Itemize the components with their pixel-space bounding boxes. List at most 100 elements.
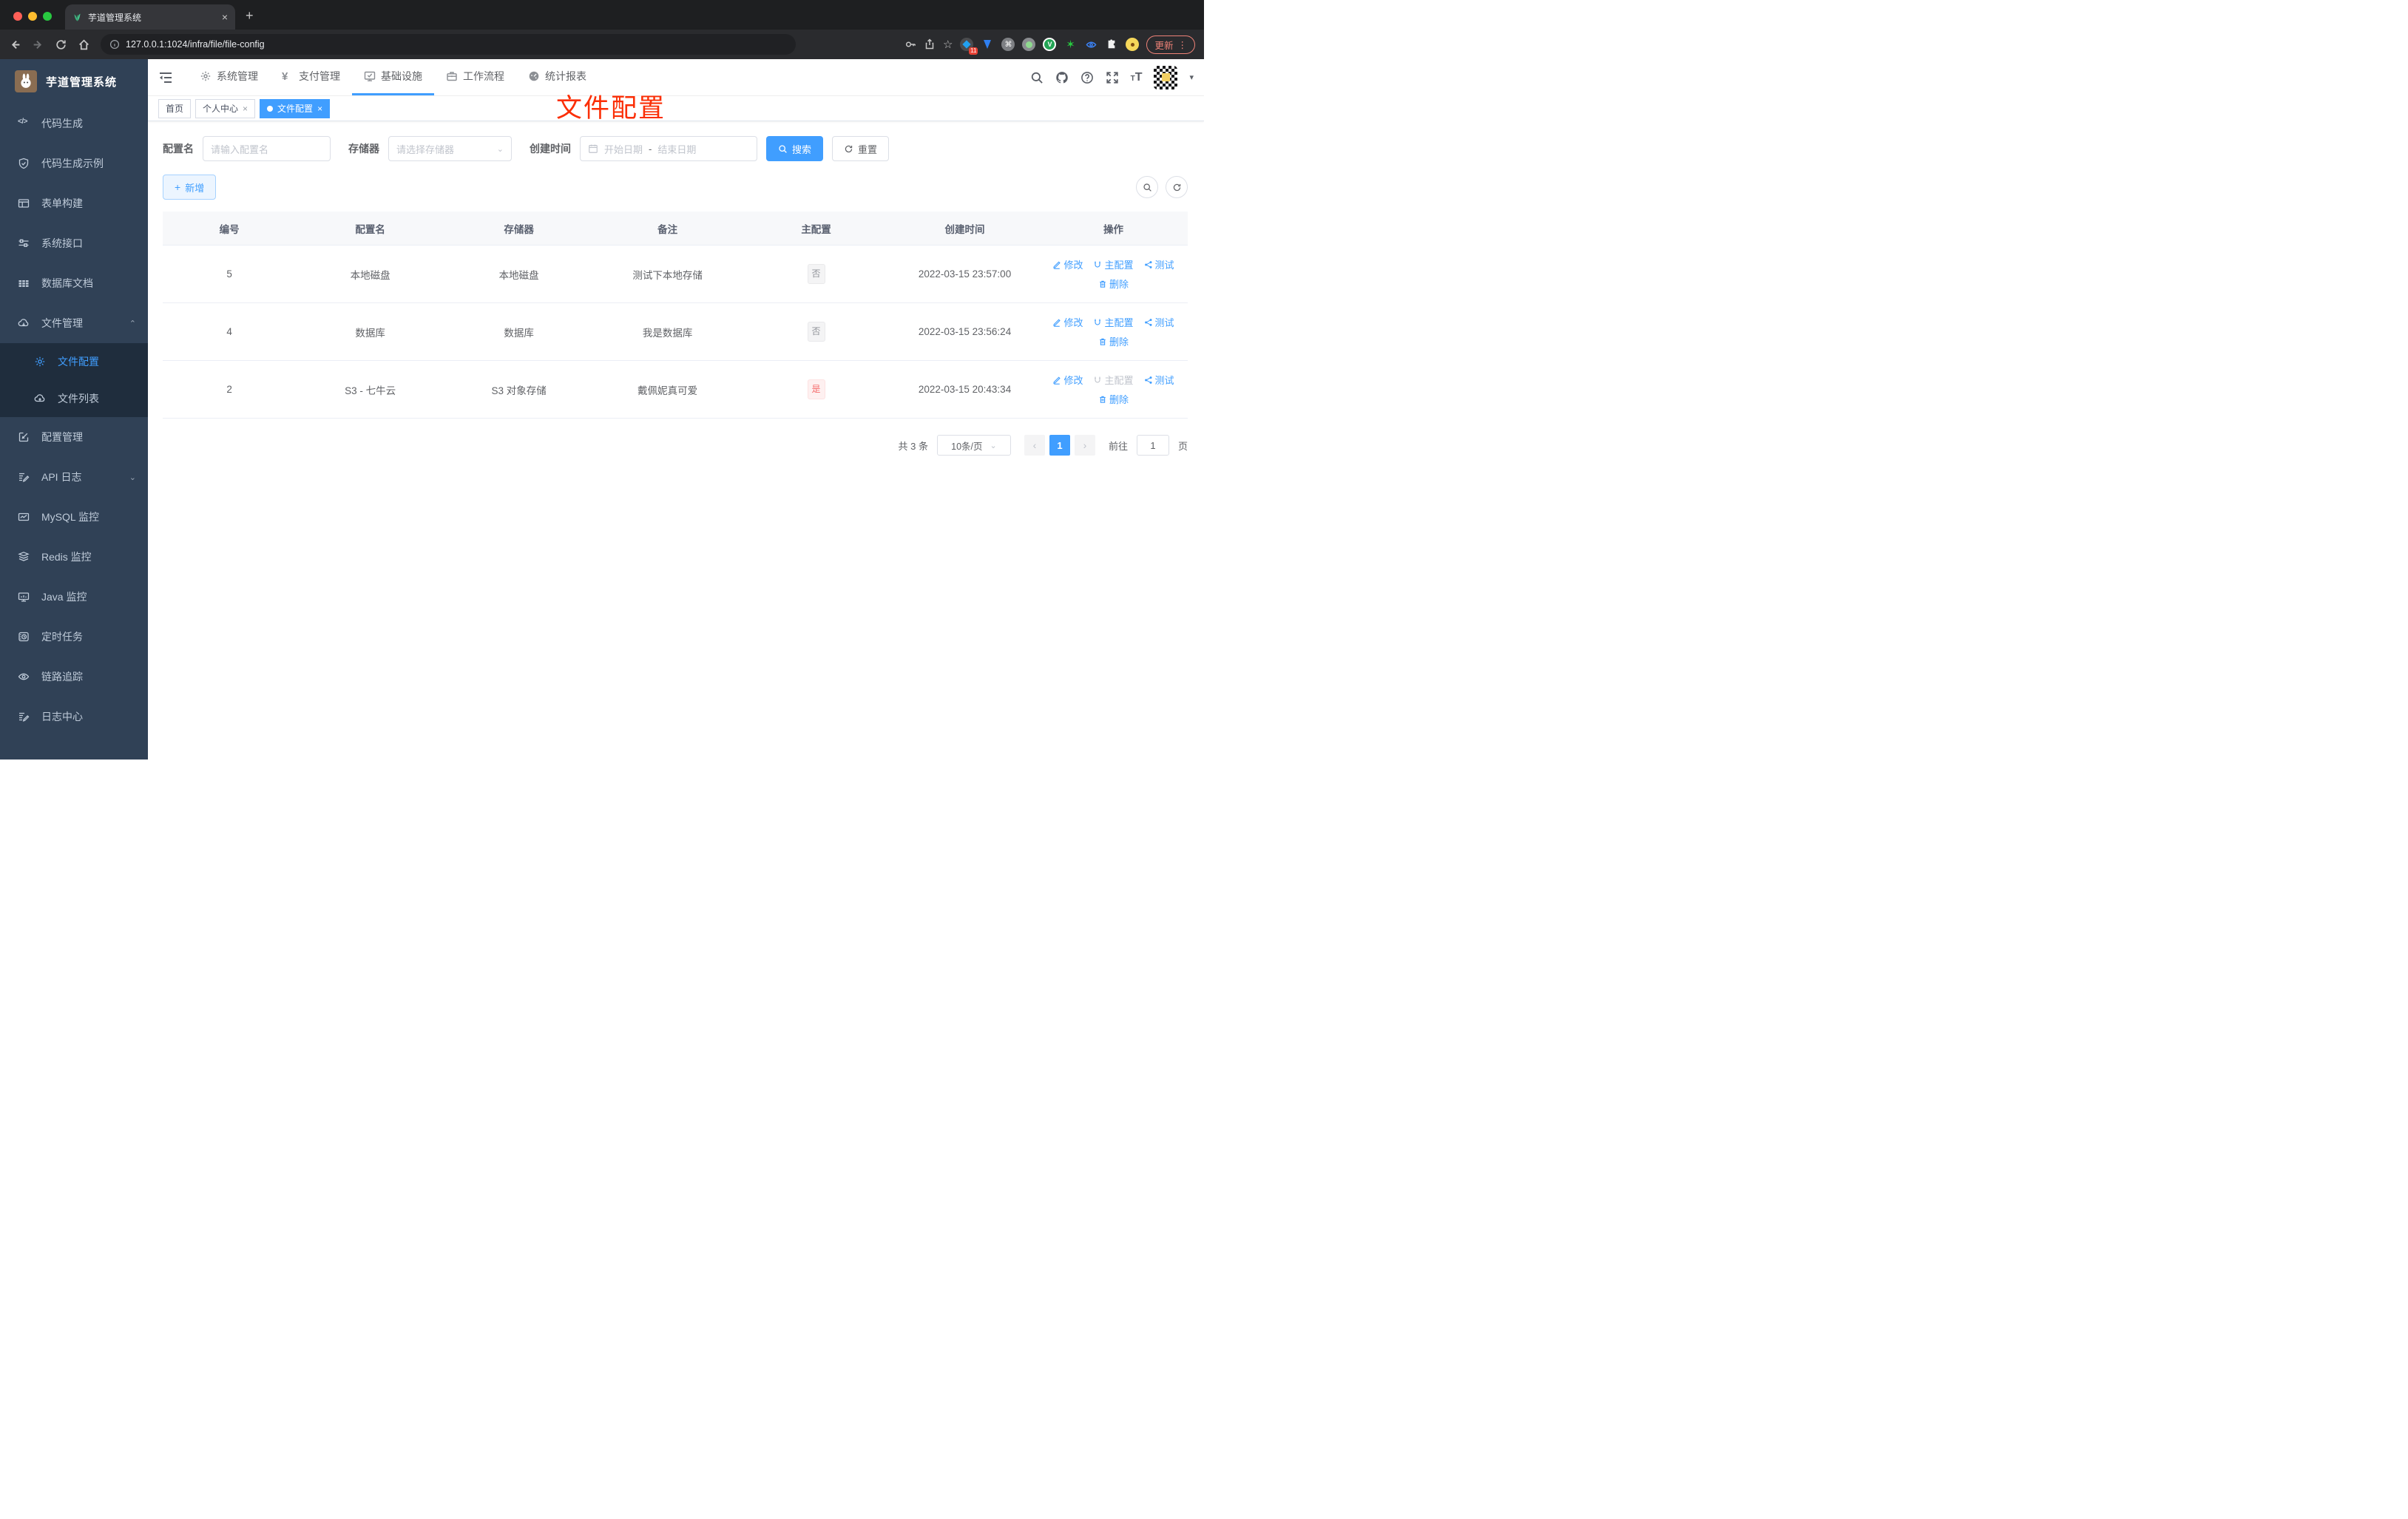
new-tab-button[interactable]: + [246,8,254,30]
show-search-button[interactable] [1136,176,1158,198]
avatar-caret-icon[interactable]: ▾ [1189,72,1194,82]
tag-label: 文件配置 [277,104,314,114]
top-item-workflow[interactable]: 工作流程 [434,59,516,95]
test-link[interactable]: 测试 [1144,257,1174,271]
delete-link[interactable]: 删除 [1098,392,1129,406]
top-item-report[interactable]: 统计报表 [516,59,598,95]
sidebar-item-db-doc[interactable]: 数据库文档 [0,263,148,303]
extension-tabs-icon[interactable]: 11 [960,38,978,55]
sidebar-item-redis-monitor[interactable]: Redis 监控 [0,537,148,577]
sidebar-item-log-center[interactable]: 日志中心 [0,697,148,737]
extension-star-icon[interactable]: ✶ [1063,38,1077,51]
hamburger-icon[interactable] [158,70,173,85]
sidebar-item-mysql-monitor[interactable]: MySQL 监控 [0,497,148,537]
window-controls[interactable] [0,12,65,30]
sidebar-item-file-manage[interactable]: 文件管理 ⌃ [0,303,148,343]
next-page-button[interactable]: › [1074,435,1095,456]
master-link[interactable]: 主配置 [1093,315,1134,329]
url-bar[interactable]: 127.0.0.1:1024/infra/file/file-config [101,34,796,55]
storage-select[interactable]: 请选择存储器 ⌄ [388,136,512,161]
extension-v-icon[interactable]: V [1043,38,1057,51]
bookmark-star-icon[interactable]: ☆ [943,39,953,50]
help-icon[interactable] [1080,71,1094,84]
chrome-update-button[interactable]: 更新 ⋮ [1146,35,1195,54]
home-icon[interactable] [78,38,90,51]
cell-id: 5 [226,268,232,280]
tag-profile[interactable]: 个人中心 × [195,98,256,118]
browser-tab[interactable]: 芋道管理系统 × [65,4,235,30]
extension-command-icon[interactable]: ⌘ [1001,38,1015,51]
forward-icon[interactable] [32,38,44,51]
status-badge: 是 [807,379,825,399]
sidebar-item-file-list[interactable]: 文件列表 [0,380,148,417]
top-item-system[interactable]: 系统管理 [188,59,270,95]
extensions-puzzle-icon[interactable] [1105,38,1118,51]
tag-close-icon[interactable]: × [243,104,248,114]
main-panel: 文件配置 系统管理 ¥ 支付管理 基础设施 工作流程 统计报表 TT ▾ 首页 … [148,59,1204,760]
sidebar-item-form-builder[interactable]: 表单构建 [0,183,148,223]
add-button[interactable]: + 新增 [163,175,217,200]
tag-close-icon[interactable]: × [317,104,322,114]
github-icon[interactable] [1055,71,1069,84]
sidebar-item-trace[interactable]: 链路追踪 [0,657,148,697]
edit-link[interactable]: 修改 [1052,257,1083,271]
sidebar-item-label: Redis 监控 [41,551,92,563]
search-icon[interactable] [1030,71,1044,84]
tag-file-config[interactable]: 文件配置 × [260,98,331,118]
zoom-window-button[interactable] [43,12,52,21]
close-window-button[interactable] [13,12,22,21]
extension-dot-icon[interactable] [1022,38,1036,51]
navbar-right: TT ▾ [1030,65,1194,89]
config-name-input[interactable]: 请输入配置名 [203,136,331,161]
sidebar-item-api-log[interactable]: API 日志 ⌄ [0,457,148,497]
tab-strip: 芋道管理系统 × + [0,0,1204,30]
top-item-label: 统计报表 [545,70,586,82]
fullscreen-icon[interactable] [1106,71,1119,84]
sidebar-item-java-monitor[interactable]: Java 监控 [0,577,148,617]
master-link[interactable]: 主配置 [1093,257,1134,271]
delete-link[interactable]: 删除 [1098,334,1129,348]
search-button[interactable]: 搜索 [766,136,824,161]
form-icon [18,197,30,209]
password-key-icon[interactable] [904,38,916,50]
tab-close-icon[interactable]: × [222,11,228,23]
reset-button[interactable]: 重置 [832,136,890,161]
sidebar-item-code-gen[interactable]: </> 代码生成 [0,104,148,143]
sidebar-item-config-manage[interactable]: 配置管理 [0,417,148,457]
share-icon[interactable] [924,38,936,50]
test-link[interactable]: 测试 [1144,315,1174,329]
top-item-infra[interactable]: 基础设施 [352,59,434,95]
prev-page-button[interactable]: ‹ [1024,435,1045,456]
edit-link[interactable]: 修改 [1052,373,1083,387]
total-count: 共 3 条 [898,440,928,452]
start-date-placeholder: 开始日期 [604,143,643,155]
sidebar-item-file-config[interactable]: 文件配置 [0,343,148,380]
reload-icon[interactable] [55,38,67,51]
profile-emoji-icon[interactable] [1126,38,1140,51]
top-item-pay[interactable]: ¥ 支付管理 [270,59,352,95]
goto-page-input[interactable] [1136,435,1169,456]
goto-label: 前往 [1108,440,1128,452]
date-range-picker[interactable]: 开始日期 - 结束日期 [580,136,757,161]
minimize-window-button[interactable] [28,12,37,21]
refresh-table-button[interactable] [1166,176,1188,198]
sidebar-item-scheduled-task[interactable]: 定时任务 [0,617,148,657]
kebab-menu-icon[interactable]: ⋮ [1178,39,1188,50]
cell-remark: 我是数据库 [642,327,693,339]
delete-link[interactable]: 删除 [1098,277,1129,291]
app-logo-row[interactable]: 芋道管理系统 [0,59,148,104]
tag-home[interactable]: 首页 [158,98,192,118]
page-size-select[interactable]: 10条/页 ⌄ [936,435,1011,456]
site-info-icon[interactable] [109,39,120,50]
extension-eye-icon[interactable] [1084,38,1098,51]
sidebar-item-code-example[interactable]: 代码生成示例 [0,143,148,183]
test-link[interactable]: 测试 [1144,373,1174,387]
font-size-icon[interactable]: TT [1131,71,1143,84]
extension-drop-icon[interactable] [981,38,994,51]
page-1-button[interactable]: 1 [1049,435,1070,456]
back-icon[interactable] [9,38,21,51]
avatar[interactable] [1154,65,1178,89]
sidebar-item-system-api[interactable]: 系统接口 [0,223,148,263]
edit-link[interactable]: 修改 [1052,315,1083,329]
sidebar-item-label: 系统接口 [41,237,83,249]
